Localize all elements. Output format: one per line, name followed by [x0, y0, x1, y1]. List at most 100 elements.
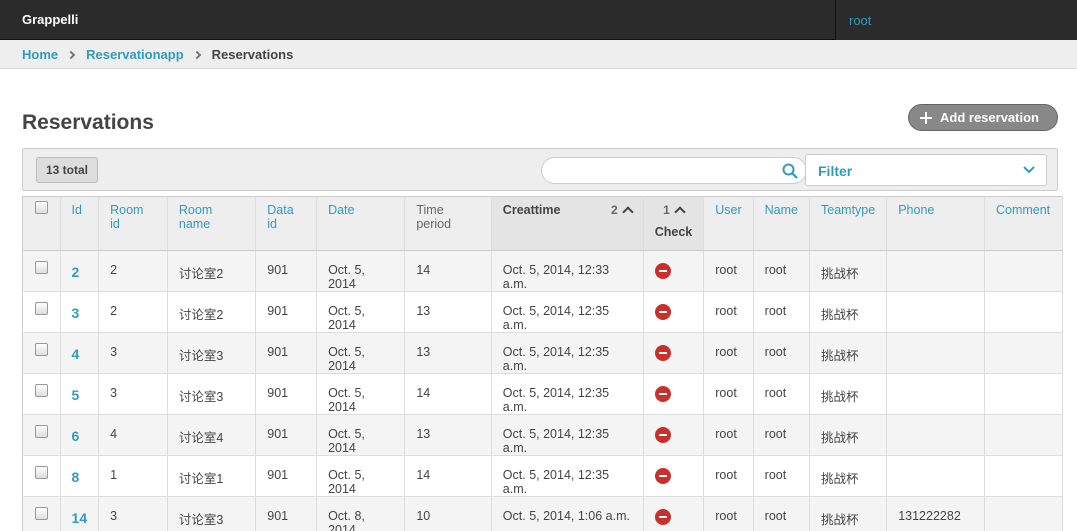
cell-user: root: [703, 332, 754, 374]
cell-check: [643, 250, 705, 292]
cell-room-name: 讨论室1: [167, 455, 257, 497]
chevron-down-icon: [1023, 166, 1035, 174]
row-id-link[interactable]: 4: [60, 332, 100, 374]
column-header-id[interactable]: Id: [60, 196, 100, 251]
column-header-phone[interactable]: Phone: [886, 196, 985, 251]
cell-teamtype: 挑战杯: [809, 373, 888, 415]
row-checkbox[interactable]: [34, 302, 48, 315]
sort-priority: 1: [663, 203, 670, 217]
add-reservation-button[interactable]: Add reservation: [908, 104, 1058, 131]
cell-comment: [984, 373, 1064, 415]
filter-dropdown[interactable]: Filter: [805, 154, 1047, 186]
user-link[interactable]: root: [849, 13, 871, 28]
cell-data-id: 901: [255, 455, 318, 497]
cell-name: root: [753, 455, 811, 497]
cell-creattime: Oct. 5, 2014, 12:35 a.m.: [491, 291, 644, 333]
cell-creattime: Oct. 5, 2014, 12:33 a.m.: [491, 250, 644, 292]
row-checkbox[interactable]: [34, 425, 48, 438]
cell-user: root: [703, 496, 754, 531]
cell-user: root: [703, 291, 754, 333]
cell-name: root: [753, 414, 811, 456]
breadcrumb-app[interactable]: Reservationapp: [86, 47, 184, 62]
breadcrumb-home[interactable]: Home: [22, 47, 58, 62]
row-select: [22, 496, 61, 531]
table-row: 3 2 讨论室2 901 Oct. 5, 2014 13 Oct. 5, 2014, 12:…: [22, 291, 1064, 333]
top-bar: Grappelli root: [0, 0, 1077, 40]
cell-check: [643, 496, 705, 531]
column-header-room-id[interactable]: Room id: [98, 196, 168, 251]
column-header-room-name[interactable]: Room name: [167, 196, 257, 251]
table-row: 14 3 讨论室3 901 Oct. 8, 2014 10 Oct. 5, 2014, 1:…: [22, 496, 1064, 531]
cell-date: Oct. 5, 2014: [316, 250, 406, 292]
row-checkbox[interactable]: [34, 343, 48, 356]
cell-date: Oct. 5, 2014: [316, 414, 406, 456]
table-row: 5 3 讨论室3 901 Oct. 5, 2014 14 Oct. 5, 2014, 12:…: [22, 373, 1064, 415]
search-input[interactable]: [541, 157, 807, 184]
cell-comment: [984, 250, 1064, 292]
column-header-date[interactable]: Date: [316, 196, 406, 251]
row-checkbox[interactable]: [34, 384, 48, 397]
cell-time-period: 14: [404, 455, 492, 497]
sort-ascending-icon[interactable]: [622, 206, 634, 218]
cell-data-id: 901: [255, 332, 318, 374]
cell-date: Oct. 5, 2014: [316, 373, 406, 415]
row-select: [22, 373, 61, 415]
cell-name: root: [753, 373, 811, 415]
column-header-check[interactable]: 1 Check: [643, 196, 705, 251]
total-count-badge[interactable]: 13 total: [36, 157, 99, 183]
minus-circle-icon: [654, 427, 671, 443]
column-header-comment[interactable]: Comment: [984, 196, 1064, 251]
minus-circle-icon: [654, 509, 671, 525]
minus-circle-icon: [654, 345, 671, 361]
user-menu[interactable]: root: [835, 0, 1077, 40]
cell-phone: [886, 455, 985, 497]
select-all-checkbox[interactable]: [34, 201, 48, 214]
row-id-link[interactable]: 8: [60, 455, 100, 497]
cell-date: Oct. 5, 2014: [316, 455, 406, 497]
brand-title: Grappelli: [22, 12, 79, 27]
minus-circle-icon: [654, 304, 671, 320]
row-id-link[interactable]: 2: [60, 250, 100, 292]
cell-name: root: [753, 250, 811, 292]
row-id-link[interactable]: 5: [60, 373, 100, 415]
cell-teamtype: 挑战杯: [809, 455, 888, 497]
plus-icon: [920, 111, 932, 124]
column-header-name[interactable]: Name: [753, 196, 811, 251]
page-title: Reservations: [22, 111, 154, 134]
cell-name: root: [753, 291, 811, 333]
cell-room-name: 讨论室4: [167, 414, 257, 456]
cell-comment: [984, 291, 1064, 333]
column-header-user[interactable]: User: [703, 196, 754, 251]
cell-teamtype: 挑战杯: [809, 332, 888, 374]
cell-data-id: 901: [255, 496, 318, 531]
row-checkbox[interactable]: [34, 466, 48, 479]
cell-room-id: 2: [98, 291, 168, 333]
check-label: Check: [654, 225, 693, 239]
column-header-time-period[interactable]: Time period: [404, 196, 492, 251]
row-checkbox[interactable]: [34, 261, 48, 274]
cell-comment: [984, 496, 1064, 531]
row-id-link[interactable]: 14: [60, 496, 100, 531]
cell-check: [643, 332, 705, 374]
cell-user: root: [703, 414, 754, 456]
select-all-header: [22, 196, 61, 251]
column-header-teamtype[interactable]: Teamtype: [809, 196, 888, 251]
minus-circle-icon: [654, 386, 671, 402]
cell-date: Oct. 5, 2014: [316, 332, 406, 374]
row-checkbox[interactable]: [34, 507, 48, 520]
column-header-creattime[interactable]: Creattime 2: [491, 196, 644, 251]
row-id-link[interactable]: 3: [60, 291, 100, 333]
cell-time-period: 10: [404, 496, 492, 531]
cell-name: root: [753, 496, 811, 531]
column-header-data-id[interactable]: Data id: [255, 196, 318, 251]
row-id-link[interactable]: 6: [60, 414, 100, 456]
add-reservation-label: Add reservation: [940, 110, 1039, 125]
search-icon[interactable]: [782, 163, 798, 179]
minus-circle-icon: [654, 468, 671, 484]
cell-time-period: 14: [404, 250, 492, 292]
cell-date: Oct. 8, 2014: [316, 496, 406, 531]
cell-data-id: 901: [255, 373, 318, 415]
row-select: [22, 414, 61, 456]
sort-ascending-icon[interactable]: [674, 206, 686, 218]
cell-check: [643, 373, 705, 415]
